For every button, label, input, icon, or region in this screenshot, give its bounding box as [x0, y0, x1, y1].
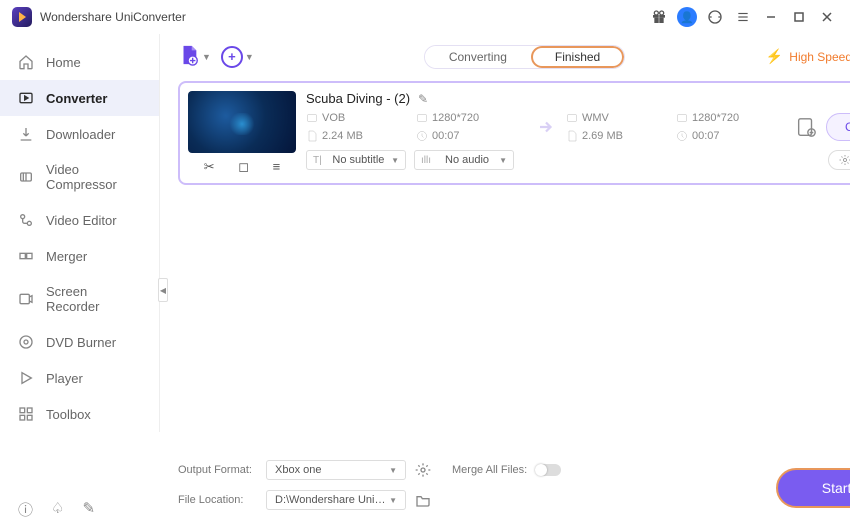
output-format-select[interactable]: Xbox one▼ — [266, 460, 406, 480]
file-settings-button[interactable]: Settings — [828, 150, 850, 170]
bell-icon[interactable]: ♤ — [51, 499, 64, 520]
video-thumbnail[interactable] — [188, 91, 296, 153]
add-file-button[interactable]: ▼ — [178, 44, 211, 69]
effects-icon[interactable]: ≡ — [273, 159, 281, 175]
edit-title-icon[interactable]: ✎ — [418, 92, 428, 106]
app-logo — [12, 7, 32, 27]
toolbox-icon — [18, 406, 34, 422]
help-icon[interactable]: ⓘ — [18, 499, 33, 520]
burner-icon — [18, 334, 34, 350]
add-folder-button[interactable]: + ▼ — [221, 46, 254, 68]
chevron-down-icon: ▼ — [391, 156, 399, 165]
sidebar-item-label: Converter — [46, 91, 107, 106]
arrow-right-icon — [526, 118, 566, 136]
menu-icon[interactable] — [732, 6, 754, 28]
chevron-down-icon: ▼ — [245, 52, 254, 62]
convert-button[interactable]: Convert — [826, 113, 850, 141]
sidebar-item-label: Downloader — [46, 127, 115, 142]
bottom-bar: Output Format: Xbox one▼ Merge All Files… — [178, 454, 850, 518]
chevron-down-icon: ▼ — [389, 466, 397, 475]
chevron-down-icon: ▼ — [499, 156, 507, 165]
file-title: Scuba Diving - (2) — [306, 91, 410, 106]
tab-finished[interactable]: Finished — [531, 46, 624, 68]
footer-icons: ⓘ ♤ ✎ — [18, 499, 95, 520]
status-tabs: Converting Finished — [424, 45, 625, 69]
file-location-select[interactable]: D:\Wondershare UniConverter▼ — [266, 490, 406, 510]
title-bar: Wondershare UniConverter 👤 — [0, 0, 850, 34]
target-duration: 00:07 — [676, 130, 786, 142]
recorder-icon — [18, 291, 34, 307]
support-icon[interactable] — [704, 6, 726, 28]
maximize-button[interactable] — [788, 6, 810, 28]
sidebar-item-label: Merger — [46, 249, 87, 264]
sidebar-item-label: Screen Recorder — [46, 284, 141, 314]
target-size: 2.69 MB — [566, 130, 676, 142]
output-format-settings-icon[interactable] — [414, 461, 432, 479]
close-button[interactable] — [816, 6, 838, 28]
chevron-down-icon: ▼ — [202, 52, 211, 62]
merger-icon — [18, 248, 34, 264]
sidebar-item-burner[interactable]: DVD Burner — [0, 324, 159, 360]
sidebar-item-label: Video Editor — [46, 213, 117, 228]
tab-converting[interactable]: Converting — [425, 46, 531, 68]
source-duration: 00:07 — [416, 130, 526, 142]
start-all-button[interactable]: Start All — [776, 468, 850, 508]
feedback-icon[interactable]: ✎ — [82, 499, 95, 520]
file-location-label: File Location: — [178, 494, 258, 506]
sidebar-item-downloader[interactable]: Downloader — [0, 116, 159, 152]
sidebar-item-converter[interactable]: Converter — [0, 80, 159, 116]
subtitle-icon: T| — [313, 155, 322, 166]
sidebar-item-home[interactable]: Home — [0, 44, 159, 80]
sidebar-item-recorder[interactable]: Screen Recorder — [0, 274, 159, 324]
crop-icon[interactable]: ◻ — [238, 159, 249, 175]
editor-icon — [18, 212, 34, 228]
sidebar-item-editor[interactable]: Video Editor — [0, 202, 159, 238]
open-folder-icon[interactable] — [414, 491, 432, 509]
sidebar-item-player[interactable]: Player — [0, 360, 159, 396]
output-format-label: Output Format: — [178, 464, 258, 476]
high-speed-toggle[interactable]: ⚡ High Speed Conversion — [766, 48, 850, 65]
target-resolution: 1280*720 — [676, 112, 786, 124]
sidebar-item-label: Home — [46, 55, 81, 70]
sidebar-item-label: Player — [46, 371, 83, 386]
audio-select[interactable]: ıllıNo audio▼ — [414, 150, 514, 170]
subtitle-select[interactable]: T|No subtitle▼ — [306, 150, 406, 170]
source-size: 2.24 MB — [306, 130, 416, 142]
player-icon — [18, 370, 34, 386]
minimize-button[interactable] — [760, 6, 782, 28]
home-icon — [18, 54, 34, 70]
sidebar-item-compressor[interactable]: Video Compressor — [0, 152, 159, 202]
sidebar-item-toolbox[interactable]: Toolbox — [0, 396, 159, 432]
gift-icon[interactable] — [648, 6, 670, 28]
source-format: VOB — [306, 112, 416, 124]
converter-icon — [18, 90, 34, 106]
sidebar: Home Converter Downloader Video Compress… — [0, 34, 160, 432]
audio-icon: ıllı — [421, 155, 431, 166]
bolt-icon: ⚡ — [766, 48, 783, 65]
downloader-icon — [18, 126, 34, 142]
compressor-icon — [18, 169, 34, 185]
file-card: ✂ ◻ ≡ Scuba Diving - (2) ✎ VOB 1280*720 … — [178, 81, 850, 185]
sidebar-item-label: Video Compressor — [46, 162, 141, 192]
sidebar-item-label: Toolbox — [46, 407, 91, 422]
collapse-sidebar-button[interactable]: ◀ — [158, 278, 168, 302]
file-plus-icon — [178, 44, 200, 69]
sidebar-item-label: DVD Burner — [46, 335, 116, 350]
trim-icon[interactable]: ✂ — [204, 159, 215, 175]
merge-files-label: Merge All Files: — [452, 464, 527, 476]
user-avatar[interactable]: 👤 — [676, 6, 698, 28]
main-panel: ▼ + ▼ Converting Finished ⚡ High Speed C… — [160, 34, 850, 528]
merge-files-toggle[interactable] — [535, 464, 561, 476]
app-title: Wondershare UniConverter — [40, 10, 186, 24]
chevron-down-icon: ▼ — [389, 496, 397, 505]
sidebar-item-merger[interactable]: Merger — [0, 238, 159, 274]
high-speed-label: High Speed Conversion — [789, 50, 850, 64]
target-format: WMV — [566, 112, 676, 124]
source-resolution: 1280*720 — [416, 112, 526, 124]
output-settings-icon[interactable] — [786, 116, 826, 138]
circle-plus-icon: + — [221, 46, 243, 68]
